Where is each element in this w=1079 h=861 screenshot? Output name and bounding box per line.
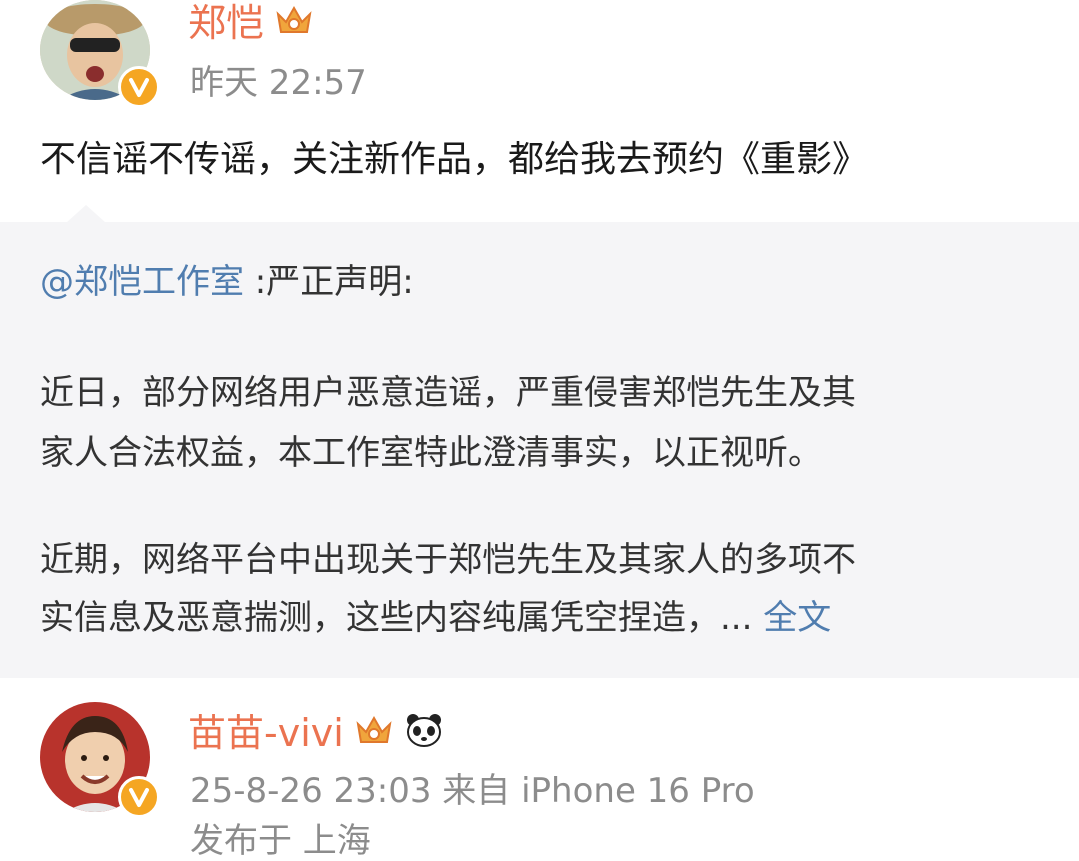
repost-title-text: :严正声明:	[244, 262, 414, 302]
repost-title: @郑恺工作室 :严正声明:	[40, 265, 414, 299]
comment-author-avatar[interactable]	[40, 702, 160, 818]
post-author-avatar[interactable]	[40, 0, 160, 108]
repost-para2-line2: 实信息及恶意揣测，这些内容纯属凭空捏造，... 全文	[40, 601, 831, 635]
crown-icon	[354, 712, 394, 754]
author-name-text[interactable]: 郑恺	[188, 4, 264, 42]
post-author-name[interactable]: 郑恺	[188, 2, 314, 44]
comment-meta-time-device: 25-8-26 23:03 来自 iPhone 16 Pro	[190, 771, 755, 811]
post-time: 昨天 22:57	[190, 63, 367, 103]
repost-para1-line2: 家人合法权益，本工作室特此澄清事实，以正视听。	[40, 433, 822, 473]
comment-meta-location: 发布于 上海	[190, 821, 371, 861]
full-text-link[interactable]: 全文	[763, 598, 831, 638]
verified-v-icon	[118, 66, 160, 108]
comment-author-name[interactable]: 苗苗-vivi	[188, 712, 444, 754]
mention-link[interactable]: @郑恺工作室	[40, 262, 244, 302]
repost-para2-line1: 近期，网络平台中出现关于郑恺先生及其家人的多项不	[40, 540, 856, 580]
comment-verified-v-icon	[118, 776, 160, 818]
comment-author-name-text[interactable]: 苗苗-vivi	[188, 714, 344, 752]
crown-icon	[274, 2, 314, 44]
panda-icon	[404, 712, 444, 754]
repost-pointer	[66, 205, 106, 223]
repost-para1-line1: 近日，部分网络用户恶意造谣，严重侵害郑恺先生及其	[40, 373, 856, 413]
repost-para2-line2-text: 实信息及恶意揣测，这些内容纯属凭空捏造，...	[40, 598, 764, 638]
post-content: 不信谣不传谣，关注新作品，都给我去预约《重影》	[40, 139, 869, 180]
